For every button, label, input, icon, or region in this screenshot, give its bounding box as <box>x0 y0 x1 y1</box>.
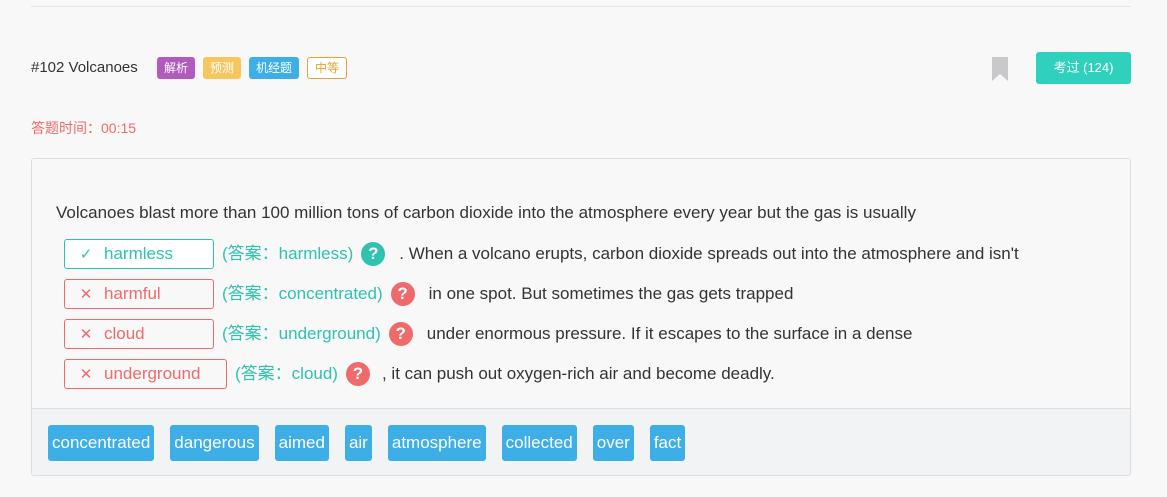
blank-2-value: harmful <box>104 283 161 303</box>
passage-intro: Volcanoes blast more than 100 million to… <box>56 203 916 222</box>
tag-prediction[interactable]: 预测 <box>203 57 242 79</box>
done-count-button[interactable]: 考过 (124) <box>1036 52 1131 84</box>
blank-4-answer: (答案：cloud) <box>235 363 338 383</box>
question-header: #102 Volcanoes 解析 预测 机经题 中等 考过 (124) <box>31 52 1131 84</box>
question-title: #102 Volcanoes <box>31 59 138 76</box>
question-panel: Volcanoes blast more than 100 million to… <box>31 158 1131 476</box>
check-icon: ✓ <box>79 245 93 263</box>
blank-2-answer: (答案：concentrated) <box>222 283 383 303</box>
tag-difficulty: 中等 <box>307 57 348 79</box>
cross-icon: ✕ <box>79 365 93 383</box>
passage: Volcanoes blast more than 100 million to… <box>56 193 1110 393</box>
passage-text-2: in one spot. But sometimes the gas gets … <box>428 283 794 303</box>
passage-text-1: . When a volcano erupts, carbon dioxide … <box>399 243 1019 263</box>
blank-2-input[interactable]: ✕ harmful <box>64 278 214 309</box>
word-chip[interactable]: concentrated <box>48 425 155 461</box>
blank-1-value: harmless <box>104 243 173 263</box>
blank-row: ✕ underground (答案：cloud)? , it can push out… <box>56 353 1110 393</box>
blank-4-value: underground <box>104 363 201 383</box>
help-2-icon[interactable]: ? <box>390 281 415 306</box>
word-chip[interactable]: aimed <box>274 425 329 461</box>
word-chip[interactable]: fact <box>649 425 686 461</box>
tag-analysis[interactable]: 解析 <box>157 57 196 79</box>
blank-row: ✓ harmless (答案：harmless)? . When a volcano … <box>56 233 1110 273</box>
word-bank: concentrated dangerous aimed air atmosph… <box>32 408 1130 475</box>
blank-1-answer: (答案：harmless) <box>222 243 354 263</box>
blank-4-input[interactable]: ✕ underground <box>64 358 227 389</box>
help-3-icon[interactable]: ? <box>388 321 413 346</box>
word-bank-list: concentrated dangerous aimed air atmosph… <box>48 425 686 461</box>
blank-3-answer: (答案：underground) <box>222 323 381 343</box>
passage-text-3: under enormous pressure. If it escapes t… <box>426 323 913 343</box>
blank-1-input[interactable]: ✓ harmless <box>64 238 214 269</box>
blank-3-value: cloud <box>104 323 145 343</box>
word-chip[interactable]: atmosphere <box>387 425 486 461</box>
cross-icon: ✕ <box>79 285 93 303</box>
word-chip[interactable]: over <box>592 425 634 461</box>
answer-timer: 答题时间：00:15 <box>31 120 137 136</box>
cross-icon: ✕ <box>79 325 93 343</box>
passage-text-4: , it can push out oxygen-rich air and be… <box>381 363 775 383</box>
blank-row: ✕ harmful (答案：concentrated)? in one spot. B… <box>56 273 1110 313</box>
help-4-icon[interactable]: ? <box>345 361 370 386</box>
help-1-icon[interactable]: ? <box>361 241 386 266</box>
word-chip[interactable]: collected <box>501 425 577 461</box>
top-divider <box>31 6 1131 7</box>
tag-exam-question[interactable]: 机经题 <box>249 57 300 79</box>
blank-3-input[interactable]: ✕ cloud <box>64 318 214 349</box>
bookmark-icon[interactable] <box>992 57 1008 81</box>
word-chip[interactable]: dangerous <box>170 425 259 461</box>
blank-row: ✕ cloud (答案：underground)? under enormous pr… <box>56 313 1110 353</box>
word-chip[interactable]: air <box>344 425 372 461</box>
tag-list: 解析 预测 机经题 中等 <box>157 57 348 79</box>
